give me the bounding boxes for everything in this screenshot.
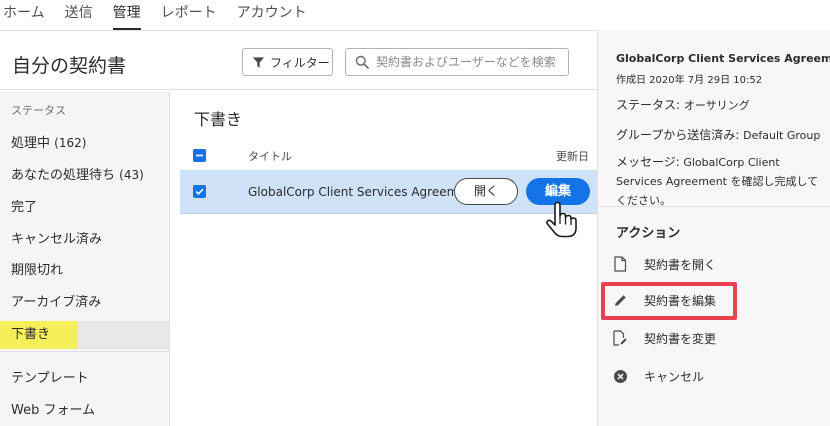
- sidebar-item-in-progress[interactable]: 処理中 (162): [0, 129, 169, 157]
- sidebar-item-label: あなたの処理待ち: [11, 168, 116, 183]
- sidebar-item-label: Web フォーム: [11, 403, 96, 418]
- action-cancel[interactable]: キャンセル: [612, 363, 822, 389]
- sidebar-item-label: キャンセル済み: [11, 232, 103, 247]
- status-label: ステータス:: [616, 98, 681, 112]
- nav-home[interactable]: ホーム: [3, 0, 45, 30]
- action-modify-agreement[interactable]: 契約書を変更: [612, 325, 822, 351]
- action-label: 契約書を変更: [644, 331, 717, 346]
- column-header-updated[interactable]: 更新日: [556, 148, 589, 164]
- status-value: オーサリング: [683, 99, 750, 112]
- sidebar-item-web-forms[interactable]: Web フォーム: [0, 397, 169, 425]
- filter-icon: [252, 56, 265, 68]
- check-icon: [195, 188, 204, 196]
- status-line: ステータス: オーサリング: [616, 96, 750, 113]
- sidebar-item-label: テンプレート: [11, 371, 89, 386]
- sidebar-item-templates[interactable]: テンプレート: [0, 365, 169, 393]
- sidebar-item-cancelled[interactable]: キャンセル済み: [0, 226, 169, 254]
- sidebar-item-label: 期限切れ: [11, 263, 64, 278]
- message-block: メッセージ: GlobalCorp Client Services Agreem…: [616, 153, 826, 210]
- nav-manage[interactable]: 管理: [112, 0, 141, 30]
- sidebar-item-archived[interactable]: アーカイブ済み: [0, 289, 169, 317]
- group-value: Default Group: [743, 129, 821, 142]
- sidebar-item-label: 完了: [11, 200, 38, 215]
- row-checkbox[interactable]: [193, 185, 206, 198]
- agreement-title: GlobalCorp Client Services Agreement: [616, 52, 830, 65]
- actions-heading: アクション: [616, 226, 681, 241]
- search-icon: [355, 55, 369, 69]
- column-header-title[interactable]: タイトル: [248, 148, 292, 164]
- nav-send[interactable]: 送信: [65, 0, 93, 30]
- filter-button[interactable]: フィルター: [242, 48, 333, 76]
- nav-account[interactable]: アカウント: [237, 0, 307, 30]
- panel-divider: [598, 206, 830, 207]
- sidebar-item-waiting-for-you[interactable]: あなたの処理待ち (43): [0, 161, 169, 189]
- created-date: 作成日 2020年 7月 29日 10:52: [616, 75, 763, 86]
- nav-reports[interactable]: レポート: [161, 0, 217, 30]
- callout-highlight: [601, 282, 737, 320]
- sidebar-item-label: アーカイブ済み: [11, 295, 102, 310]
- action-open-agreement[interactable]: 契約書を開く: [612, 251, 822, 277]
- top-nav: ホーム 送信 管理 レポート アカウント: [0, 0, 597, 30]
- status-sidebar: ステータス 処理中 (162) あなたの処理待ち (43) 完了 キャンセル済み…: [0, 91, 170, 426]
- status-heading: ステータス: [11, 104, 66, 117]
- section-title: 下書き: [194, 110, 243, 129]
- document-edit-icon: [612, 330, 628, 346]
- agreements-list: 下書き タイトル 更新日 GlobalCorp Client Services …: [170, 91, 597, 426]
- open-button[interactable]: 開く: [454, 178, 518, 205]
- details-panel: GlobalCorp Client Services Agreement 作成日…: [597, 30, 830, 426]
- sidebar-item-completed[interactable]: 完了: [0, 194, 169, 222]
- hand-cursor-icon: [546, 201, 577, 238]
- cancel-circle-icon: [612, 368, 628, 384]
- group-line: グループから送信済み: Default Group: [616, 126, 820, 143]
- sidebar-item-label: 処理中: [11, 136, 51, 151]
- page-title: 自分の契約書: [12, 55, 127, 77]
- action-label: キャンセル: [644, 369, 705, 384]
- sidebar-item-drafts[interactable]: 下書き: [0, 321, 169, 349]
- page-header: 自分の契約書 フィルター: [0, 30, 597, 90]
- table-row[interactable]: GlobalCorp Client Services Agreement 開く …: [180, 170, 597, 214]
- document-icon: [612, 256, 628, 272]
- minus-icon: [196, 154, 203, 157]
- sidebar-item-label: 下書き: [0, 321, 79, 349]
- select-all-checkbox[interactable]: [193, 149, 206, 162]
- group-label: グループから送信済み:: [616, 128, 740, 142]
- sidebar-item-count: (43): [119, 168, 144, 182]
- filter-label: フィルター: [270, 55, 330, 70]
- search-input[interactable]: [376, 55, 566, 69]
- sidebar-divider: [0, 351, 169, 352]
- sidebar-item-expired[interactable]: 期限切れ: [0, 257, 169, 285]
- message-label: メッセージ:: [616, 155, 680, 169]
- action-label: 契約書を開く: [644, 257, 717, 272]
- row-title: GlobalCorp Client Services Agreement: [248, 185, 478, 199]
- search-box[interactable]: [345, 48, 569, 76]
- sidebar-item-count: (162): [54, 136, 87, 150]
